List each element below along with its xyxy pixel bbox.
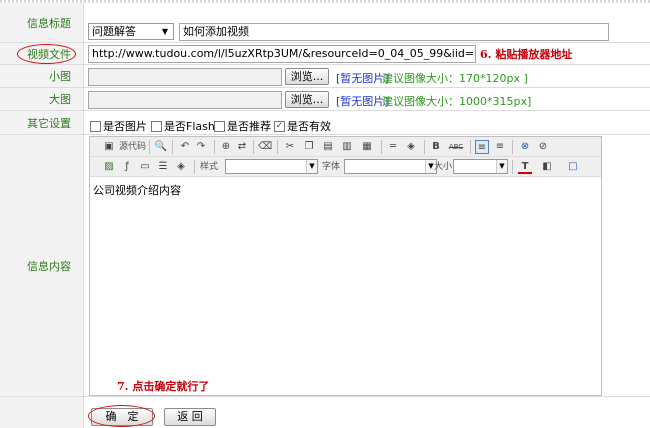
highlight-video-label [17, 44, 76, 64]
confirm-note: 7. 点击确定就行了 [117, 380, 210, 393]
small-image-browse-button[interactable]: 浏览... [285, 68, 329, 85]
label-small-image: 小图 [0, 65, 84, 87]
checkbox-is-valid[interactable]: ✓ 是否有效 [274, 118, 331, 134]
row-big-image: 大图 浏览... [暂无图片] 建议图像大小：1000*315px] [0, 88, 650, 111]
special-char-icon[interactable]: ◈ [404, 140, 418, 154]
small-image-none-link[interactable]: [暂无图片] [336, 70, 389, 86]
row-settings: 其它设置 是否图片 是否Flash 是否推荐 ✓ 是否有效 [0, 111, 650, 135]
background-color-icon[interactable]: ◧ [540, 160, 554, 174]
toolbar-divider [149, 140, 150, 154]
editor-toolbar-1: ▣ 源代码 🔍 ↶ ↷ ⊕ ⇄ ⌫ ✂ ❐ ▤ ▥ ▦ ═ ◈ B ABC ≡ … [90, 137, 601, 157]
label-title: 信息标题 [0, 3, 84, 42]
toolbar-divider [172, 140, 173, 154]
find-icon[interactable]: ⊕ [219, 140, 233, 154]
size-label: 大小 [434, 162, 453, 172]
checkbox-box[interactable] [90, 120, 101, 132]
label-content: 信息内容 [0, 135, 84, 396]
source-code-button[interactable]: 源代码 [119, 140, 146, 154]
big-image-size-hint: 建议图像大小：1000*315px] [382, 95, 532, 108]
row-video: 视频文件 http://www.tudou.com/l/l5uzXRtp3UM/… [0, 43, 650, 65]
toolbar-divider [470, 140, 471, 154]
big-image-browse-button[interactable]: 浏览... [285, 91, 329, 108]
strikethrough-icon[interactable]: ABC [446, 140, 466, 154]
text-color-icon[interactable]: T [518, 160, 532, 174]
toolbar-divider [277, 140, 278, 154]
align-left-icon[interactable]: ≡ [475, 140, 489, 154]
paste-word-icon[interactable]: ▦ [360, 140, 374, 154]
paste-icon[interactable]: ▤ [321, 140, 335, 154]
horizontal-rule-icon[interactable]: ═ [386, 140, 400, 154]
big-image-none-link[interactable]: [暂无图片] [336, 93, 389, 109]
row-small-image: 小图 浏览... [暂无图片] 建议图像大小：170*120px ] [0, 65, 650, 88]
editor-content-area[interactable]: 公司视频介绍内容 7. 点击确定就行了 [90, 178, 601, 395]
title-input-value: 如何添加视频 [183, 25, 249, 38]
paste-text-icon[interactable]: ▥ [340, 140, 354, 154]
horizontal-line-icon[interactable]: ☰ [156, 160, 170, 174]
checkbox-is-recommended[interactable]: 是否推荐 [214, 118, 271, 134]
paste-player-note: 6. 粘贴播放器地址 [480, 48, 573, 61]
replace-icon[interactable]: ⇄ [235, 140, 249, 154]
checkbox-label: 是否有效 [287, 120, 331, 133]
bold-icon[interactable]: B [429, 140, 443, 154]
video-url-input[interactable]: http://www.tudou.com/l/l5uzXRtp3UM/&reso… [88, 45, 476, 63]
label-settings: 其它设置 [0, 111, 84, 134]
checkbox-box[interactable] [151, 120, 162, 132]
font-select[interactable]: ▼ [344, 159, 437, 174]
checkbox-label: 是否推荐 [227, 120, 271, 133]
small-image-size-hint: 建议图像大小：170*120px ] [382, 72, 528, 85]
back-button[interactable]: 返 回 [164, 408, 216, 426]
checkbox-label: 是否Flash [164, 120, 215, 133]
title-input[interactable]: 如何添加视频 [179, 23, 609, 41]
highlight-confirm-button [88, 405, 155, 427]
flash-icon[interactable]: ƒ [120, 160, 134, 174]
big-image-file-input[interactable] [88, 91, 282, 109]
chevron-down-icon: ▼ [496, 160, 507, 173]
chevron-down-icon: ▼ [161, 27, 169, 36]
checkbox-label: 是否图片 [103, 120, 147, 133]
category-select[interactable]: 问题解答 ▼ [88, 23, 174, 40]
button-bar-label-cell [0, 397, 84, 428]
redo-icon[interactable]: ↷ [194, 140, 208, 154]
undo-icon[interactable]: ↶ [178, 140, 192, 154]
small-image-file-input[interactable] [88, 68, 282, 86]
category-selected: 问题解答 [92, 25, 136, 38]
toolbar-divider [512, 140, 513, 154]
fullscreen-icon[interactable]: □ [566, 160, 580, 174]
unlink-icon[interactable]: ⊘ [536, 140, 550, 154]
style-label: 样式 [200, 162, 219, 172]
cut-icon[interactable]: ✂ [283, 140, 297, 154]
toolbar-divider [214, 140, 215, 154]
label-big-image: 大图 [0, 88, 84, 110]
toolbar-divider [194, 160, 195, 174]
link-icon[interactable]: ⊗ [518, 140, 532, 154]
chevron-down-icon: ▼ [306, 160, 317, 173]
toolbar-divider [253, 140, 254, 154]
checkbox-is-flash[interactable]: 是否Flash [151, 118, 215, 134]
toolbar-divider [512, 160, 513, 174]
toolbar-divider [424, 140, 425, 154]
preview-icon[interactable]: 🔍 [154, 140, 168, 154]
rich-text-editor: ▣ 源代码 🔍 ↶ ↷ ⊕ ⇄ ⌫ ✂ ❐ ▤ ▥ ▦ ═ ◈ B ABC ≡ … [89, 136, 602, 396]
checkbox-is-image[interactable]: 是否图片 [90, 118, 147, 134]
editor-toolbar-2: ▨ ƒ ▭ ☰ ◈ 样式 ▼ 字体 ▼ 大小 ▼ T ◧ □ [90, 157, 601, 177]
table-icon[interactable]: ▭ [138, 160, 152, 174]
source-code-icon[interactable]: ▣ [102, 140, 116, 154]
align-right-icon[interactable]: ≡ [493, 140, 507, 154]
eraser-icon[interactable]: ⌫ [258, 140, 272, 154]
size-select[interactable]: ▼ [453, 159, 508, 174]
smiley-icon[interactable]: ◈ [174, 160, 188, 174]
font-label: 字体 [322, 162, 341, 172]
toolbar-divider [381, 140, 382, 154]
checkbox-box[interactable] [214, 120, 225, 132]
checkbox-box-checked[interactable]: ✓ [274, 120, 285, 132]
style-select[interactable]: ▼ [225, 159, 318, 174]
copy-icon[interactable]: ❐ [302, 140, 316, 154]
row-title: 信息标题 问题解答 ▼ 如何添加视频 [0, 3, 650, 43]
editor-content-text: 公司视频介绍内容 [93, 184, 181, 197]
video-url-value: http://www.tudou.com/l/l5uzXRtp3UM/&reso… [92, 47, 475, 60]
image-icon[interactable]: ▨ [102, 160, 116, 174]
